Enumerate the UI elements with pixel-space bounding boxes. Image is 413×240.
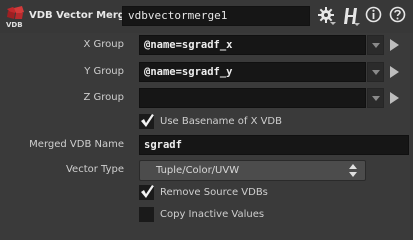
vdb-node-icon: VDB [4,5,26,29]
copy-inactive-checkbox[interactable] [139,207,154,222]
remove-source-row: Remove Source VDBs [0,183,413,205]
z-group-row: Z Group [0,88,413,110]
x-group-select-arrow-icon[interactable] [390,39,399,51]
y-group-select-arrow-icon[interactable] [390,66,399,78]
vector-type-value: Tuple/Color/UVW [156,165,240,176]
y-group-row: Y Group @name=sgradf_y [0,62,413,84]
use-basename-label: Use Basename of X VDB [160,116,282,127]
remove-source-checkbox[interactable] [139,185,154,200]
chevron-down-icon [372,43,380,48]
x-group-field[interactable]: @name=sgradf_x [139,35,366,55]
vector-type-dropdown[interactable]: Tuple/Color/UVW [139,160,366,181]
x-group-row: X Group @name=sgradf_x [0,35,413,57]
use-basename-checkbox[interactable] [139,114,154,129]
node-header: VDB VDB Vector Merge vdbvectormerge1 [0,0,413,33]
z-group-label: Z Group [83,92,124,103]
z-group-menu-button[interactable] [367,88,384,108]
vector-type-row: Vector Type Tuple/Color/UVW [0,160,413,182]
chevron-down-icon [372,96,380,101]
node-name-input[interactable]: vdbvectormerge1 [122,6,310,26]
x-group-label: X Group [83,39,124,50]
use-basename-row: Use Basename of X VDB [0,112,413,134]
vector-type-label: Vector Type [65,164,124,175]
info-icon[interactable] [365,6,382,23]
y-group-field[interactable]: @name=sgradf_y [139,62,366,82]
node-type-label: VDB Vector Merge [29,10,132,21]
checkmark-icon [141,114,154,127]
merged-name-field[interactable]: sgradf [139,135,409,155]
x-group-menu-button[interactable] [367,35,384,55]
question-icon[interactable] [389,6,406,23]
gear-icon[interactable] [317,6,337,26]
chevron-down-icon [372,70,380,75]
copy-inactive-label: Copy Inactive Values [160,209,265,220]
merged-name-row: Merged VDB Name sgradf [0,135,413,157]
merged-name-label: Merged VDB Name [29,139,124,150]
checkmark-icon [141,185,154,198]
copy-inactive-row: Copy Inactive Values [0,205,413,227]
help-h-icon[interactable] [341,6,361,28]
updown-arrows-icon [349,164,357,177]
y-group-menu-button[interactable] [367,62,384,82]
remove-source-label: Remove Source VDBs [160,187,268,198]
z-group-field[interactable] [139,88,366,108]
svg-text:VDB: VDB [6,21,23,29]
z-group-select-arrow-icon[interactable] [390,92,399,104]
y-group-label: Y Group [84,66,124,77]
